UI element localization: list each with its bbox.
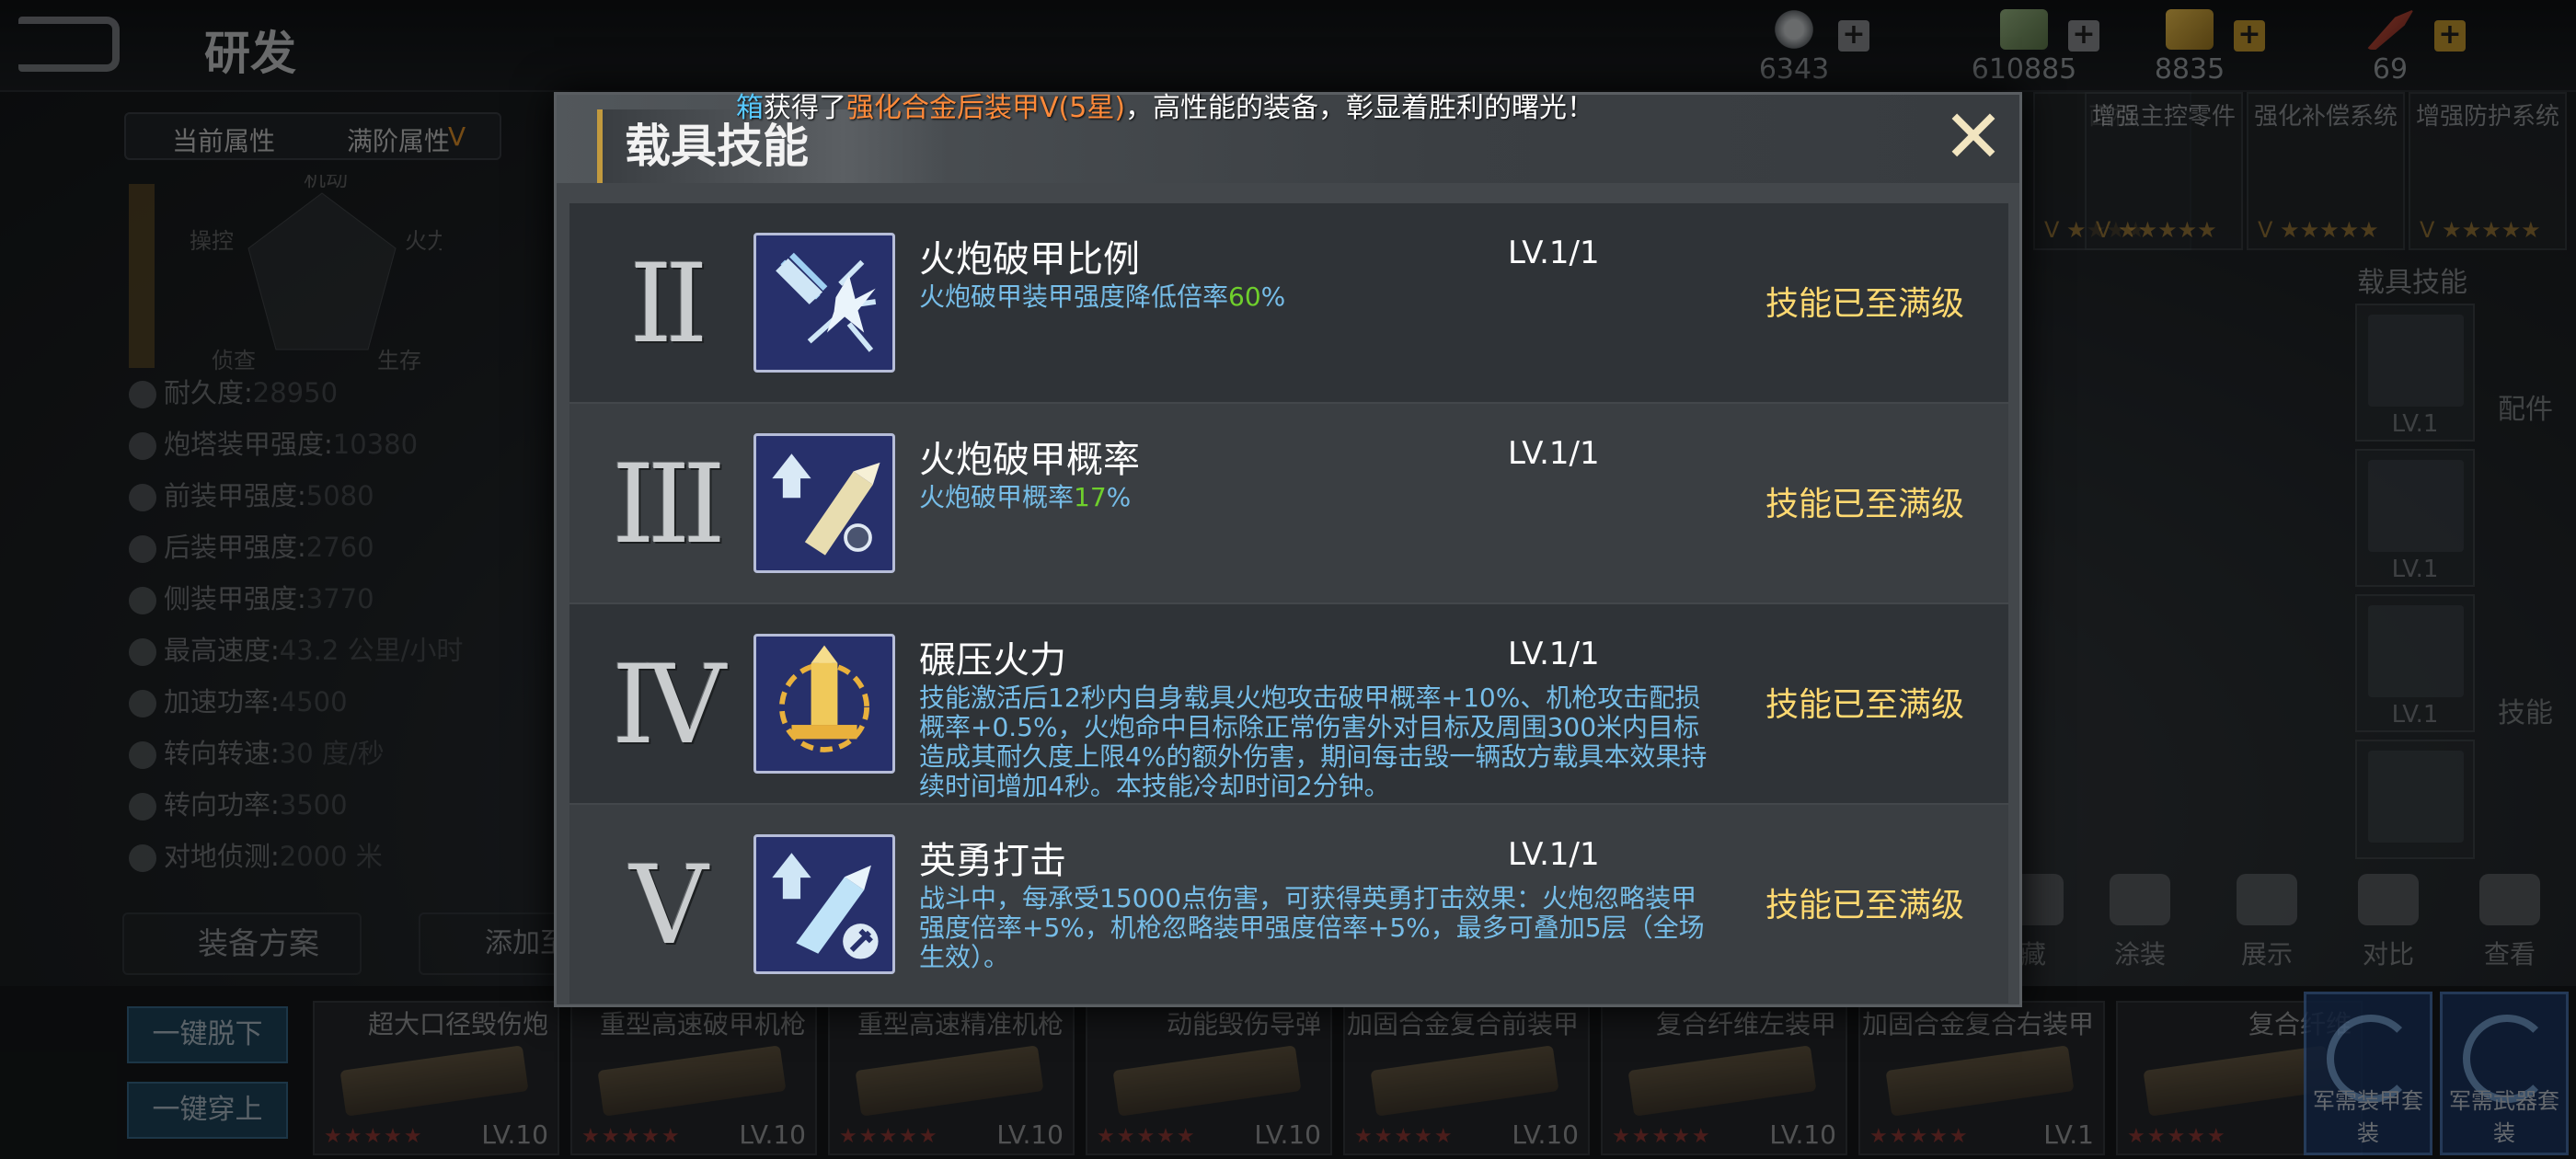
skill-name: 火炮破甲比例 [919, 238, 1140, 281]
shell-impact-icon [753, 233, 895, 373]
skill-description: 火炮破甲概率17% [919, 483, 1710, 512]
broadcast-message: 箱获得了强化合金后装甲V(5星)，高性能的装备，彰显着胜利的曙光！ [736, 85, 1594, 125]
desc-highlight: 60 [1228, 281, 1261, 312]
broadcast-item: 强化合金后装甲V(5星) [846, 92, 1126, 124]
skill-row: III 火炮破甲概率 LV.1/1 火炮破甲概率17% 技能已至满级 [569, 404, 2008, 602]
vehicle-skills-modal: 载具技能 ✕ II 火炮破甲比例 LV.1/1 火炮破甲装甲强度降低倍率60% … [554, 92, 2022, 1007]
skill-level: LV.1/1 [1508, 636, 1600, 672]
skill-level: LV.1/1 [1508, 836, 1600, 873]
desc-suffix: % [1260, 281, 1286, 312]
skill-name: 火炮破甲概率 [919, 439, 1140, 481]
skill-name: 碾压火力 [919, 639, 1066, 682]
desc-text: 技能激活后12秒内自身载具火炮攻击破甲概率+10%、机枪攻击配损概率+0.5%，… [919, 683, 1708, 801]
desc-highlight: 17 [1074, 482, 1107, 512]
skill-row: IV 碾压火力 LV.1/1 技能激活后12秒内自身载具火炮攻击破甲概率+10%… [569, 604, 2008, 803]
broadcast-suffix: ，高性能的装备，彰显着胜利的曙光！ [1125, 92, 1595, 124]
crushing-fire-icon [753, 634, 895, 774]
skill-description: 技能激活后12秒内自身载具火炮攻击破甲概率+10%、机枪攻击配损概率+0.5%，… [919, 683, 1710, 801]
skill-status: 技能已至满级 [1765, 686, 1965, 724]
skill-name: 英勇打击 [919, 840, 1066, 882]
skill-level: LV.1/1 [1508, 235, 1600, 271]
skill-rank: II [629, 240, 707, 367]
skill-rank: V [629, 842, 707, 969]
broadcast-text: 获得了 [764, 92, 846, 124]
close-button[interactable]: ✕ [1937, 100, 2010, 176]
skill-rank: III [612, 441, 726, 568]
skill-row: II 火炮破甲比例 LV.1/1 火炮破甲装甲强度降低倍率60% 技能已至满级 [569, 203, 2008, 402]
skill-row: V 英勇打击 LV.1/1 战斗中，每承受15000点伤害，可获得英勇打击效果：… [569, 805, 2008, 1004]
heroic-strike-icon [753, 834, 895, 974]
skill-level: LV.1/1 [1508, 435, 1600, 472]
skill-rank: IV [612, 641, 726, 768]
skill-description: 战斗中，每承受15000点伤害，可获得英勇打击效果：火炮忽略装甲强度倍率+5%，… [919, 884, 1710, 972]
desc-text: 战斗中，每承受15000点伤害，可获得英勇打击效果：火炮忽略装甲强度倍率+5%，… [919, 883, 1705, 972]
skill-status: 技能已至满级 [1765, 887, 1965, 924]
broadcast-player: 箱 [736, 92, 764, 124]
shell-upgrade-icon [753, 433, 895, 573]
desc-suffix: % [1106, 482, 1132, 512]
desc-text: 火炮破甲概率 [919, 482, 1075, 512]
skill-status: 技能已至满级 [1765, 285, 1965, 323]
skill-status: 技能已至满级 [1765, 486, 1965, 523]
desc-text: 火炮破甲装甲强度降低倍率 [919, 281, 1229, 312]
skill-description: 火炮破甲装甲强度降低倍率60% [919, 282, 1710, 312]
